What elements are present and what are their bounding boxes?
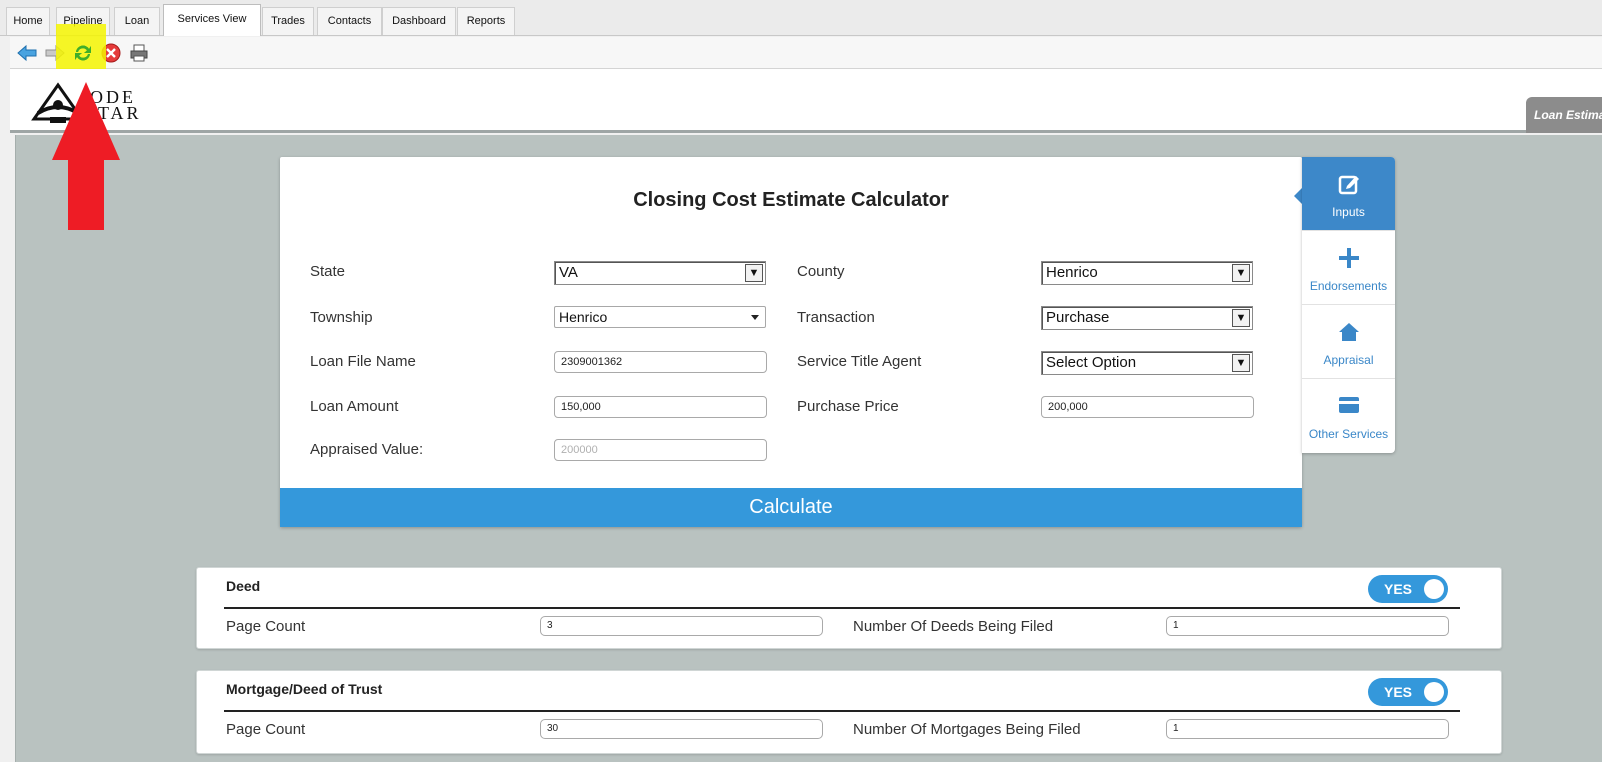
deed-page-count-label: Page Count <box>226 618 306 635</box>
side-item-label: Other Services <box>1308 427 1389 441</box>
tab-services-view[interactable]: Services View <box>163 4 261 36</box>
deed-title: Deed <box>226 578 261 594</box>
deed-toggle-label: YES <box>1384 581 1413 597</box>
purchase-price-label: Purchase Price <box>797 398 899 415</box>
calculator-title: Closing Cost Estimate Calculator <box>633 189 949 211</box>
toggle-knob <box>1424 579 1444 599</box>
mortgages-count-label: Number Of Mortgages Being Filed <box>853 721 1081 738</box>
service-title-agent-select[interactable]: Select Option ▼ <box>1041 351 1253 375</box>
chevron-down-icon: ▼ <box>745 264 763 282</box>
mortgages-count-input[interactable]: 1 <box>1166 719 1449 739</box>
side-item-other-services[interactable]: Other Services <box>1302 379 1395 453</box>
loan-amount-input[interactable]: 150,000 <box>554 396 767 418</box>
service-title-agent-value: Select Option <box>1046 354 1137 371</box>
side-item-label: Endorsements <box>1309 279 1388 293</box>
chevron-down-icon: ▼ <box>1232 264 1250 282</box>
tab-home[interactable]: Home <box>6 7 50 35</box>
appraised-value-input[interactable]: 200000 <box>554 439 767 461</box>
mortgage-page-count-label: Page Count <box>226 721 306 738</box>
mortgage-section: Mortgage/Deed of Trust YES Page Count 30… <box>196 670 1502 754</box>
deed-section: Deed YES Page Count 3 Number Of Deeds Be… <box>196 567 1502 649</box>
tab-contacts[interactable]: Contacts <box>317 7 382 35</box>
state-value: VA <box>559 264 578 281</box>
divider <box>224 607 1460 609</box>
deed-page-count-input[interactable]: 3 <box>540 616 823 636</box>
side-item-endorsements[interactable]: Endorsements <box>1302 231 1395 305</box>
township-select[interactable]: Henrico <box>554 306 766 328</box>
state-label: State <box>310 263 346 280</box>
side-menu: Inputs Endorsements Appraisal Other Serv… <box>1302 157 1395 453</box>
service-title-agent-label: Service Title Agent <box>797 353 922 370</box>
deeds-count-input[interactable]: 1 <box>1166 616 1449 636</box>
refresh-icon[interactable] <box>72 42 94 69</box>
county-label: County <box>797 263 845 280</box>
deed-toggle[interactable]: YES <box>1368 575 1448 603</box>
side-item-label: Inputs <box>1332 205 1365 219</box>
tab-loan[interactable]: Loan <box>114 7 160 35</box>
chevron-down-icon: ▼ <box>1232 309 1250 327</box>
print-icon[interactable] <box>128 42 150 64</box>
divider <box>224 710 1460 712</box>
township-value: Henrico <box>559 309 608 325</box>
mortgage-toggle[interactable]: YES <box>1368 678 1448 706</box>
tab-reports[interactable]: Reports <box>457 7 515 35</box>
chevron-down-icon: ▼ <box>1232 354 1250 372</box>
mortgage-page-count-input[interactable]: 30 <box>540 719 823 739</box>
annotation-arrow <box>52 82 120 230</box>
state-select[interactable]: VA ▼ <box>554 261 766 285</box>
township-label: Township <box>310 309 373 326</box>
back-arrow-icon[interactable] <box>16 42 38 64</box>
loan-file-name-label: Loan File Name <box>310 353 416 370</box>
header: ODE TAR <box>10 69 1602 133</box>
transaction-value: Purchase <box>1046 309 1110 326</box>
side-item-label: Appraisal <box>1323 353 1374 367</box>
side-item-appraisal[interactable]: Appraisal <box>1302 305 1395 379</box>
appraised-value-label: Appraised Value: <box>310 441 424 458</box>
transaction-label: Transaction <box>797 309 875 326</box>
deeds-count-label: Number Of Deeds Being Filed <box>853 618 1054 635</box>
caret-down-icon <box>751 315 759 320</box>
tab-dashboard[interactable]: Dashboard <box>382 7 456 35</box>
transaction-select[interactable]: Purchase ▼ <box>1041 306 1253 330</box>
purchase-price-input[interactable]: 200,000 <box>1041 396 1254 418</box>
tab-bar: Home Pipeline Loan Services View Trades … <box>0 0 1602 36</box>
card-icon <box>1302 395 1395 419</box>
calculate-button[interactable]: Calculate <box>280 488 1302 527</box>
toolbar <box>10 37 1602 69</box>
toggle-knob <box>1424 682 1444 702</box>
mortgage-title: Mortgage/Deed of Trust <box>226 681 383 697</box>
home-icon <box>1302 321 1395 345</box>
loan-file-name-input[interactable]: 2309001362 <box>554 351 767 373</box>
mortgage-toggle-label: YES <box>1384 684 1413 700</box>
tab-trades[interactable]: Trades <box>262 7 314 35</box>
county-value: Henrico <box>1046 264 1098 281</box>
county-select[interactable]: Henrico ▼ <box>1041 261 1253 285</box>
side-item-inputs[interactable]: Inputs <box>1302 157 1395 231</box>
edit-icon <box>1302 173 1395 197</box>
loan-amount-label: Loan Amount <box>310 398 399 415</box>
calculator-card: Closing Cost Estimate Calculator State V… <box>280 157 1302 527</box>
loan-estimate-tab[interactable]: Loan Estima <box>1526 97 1602 133</box>
plus-icon <box>1302 247 1395 271</box>
